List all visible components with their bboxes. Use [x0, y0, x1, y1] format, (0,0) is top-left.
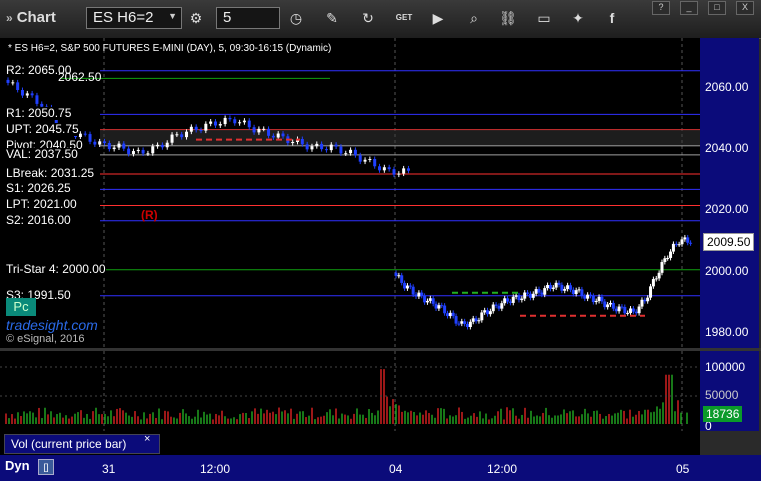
dyn-label[interactable]: Dyn: [5, 458, 30, 473]
time-tick-label: 12:00: [200, 462, 231, 476]
volume-tick-label: 100000: [705, 360, 746, 374]
time-tick-label: 04: [389, 462, 403, 476]
volume-chart-svg: [0, 351, 700, 431]
time-tick-label: 12:00: [487, 462, 518, 476]
time-tick-label: 31: [102, 462, 116, 476]
last-volume-tag: 18736: [703, 406, 743, 422]
dyn-toggle-icon[interactable]: []: [38, 459, 54, 475]
volume-tick-label: 50000: [705, 388, 739, 402]
volume-study-label[interactable]: Vol (current price bar): [4, 434, 160, 454]
time-tick-label: 05: [676, 462, 690, 476]
close-icon[interactable]: ×: [144, 433, 150, 445]
